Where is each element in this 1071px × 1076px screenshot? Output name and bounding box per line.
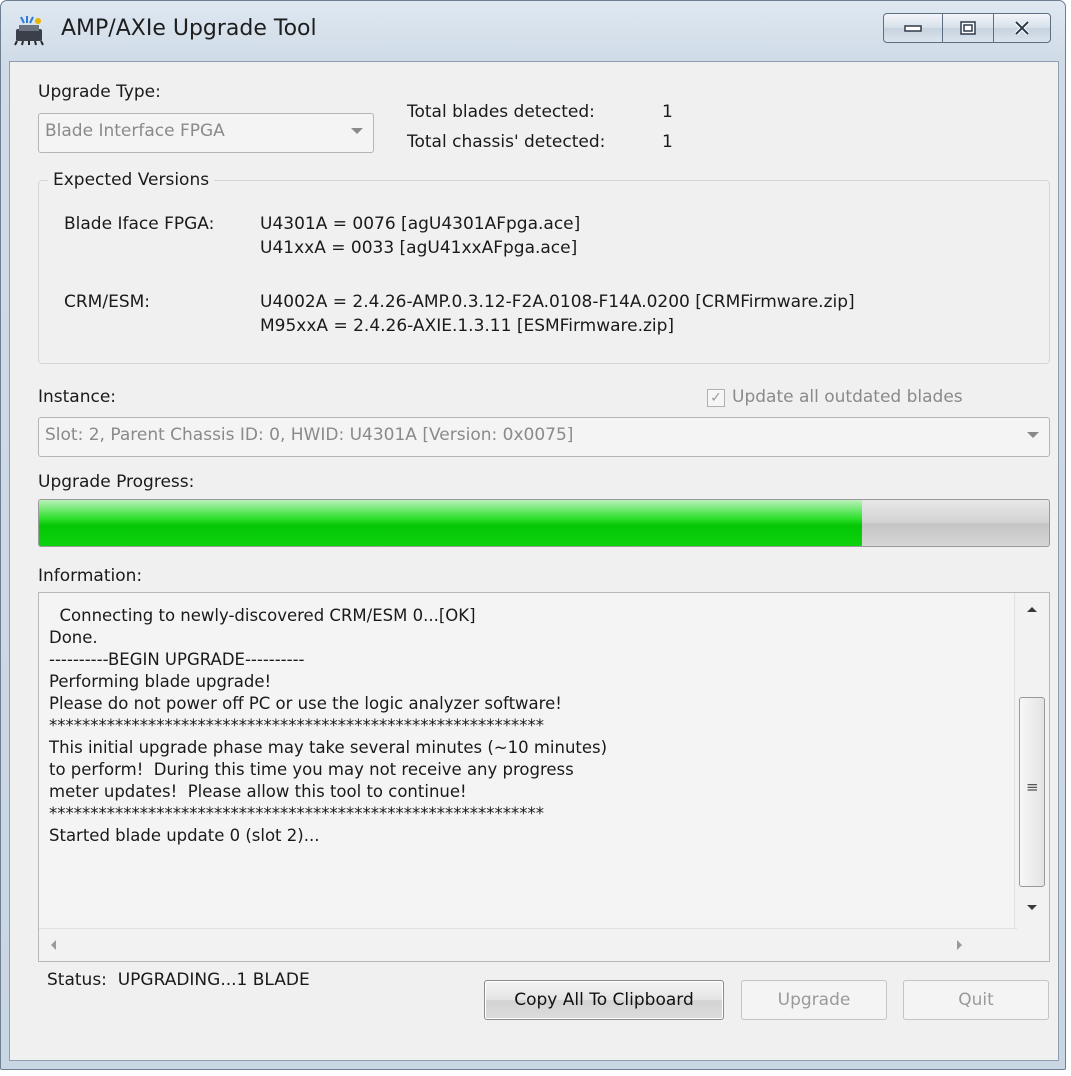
window-title: AMP/AXIe Upgrade Tool <box>61 16 317 41</box>
chassis-detected-value: 1 <box>662 132 673 152</box>
maximize-button[interactable] <box>942 13 994 43</box>
instance-select[interactable]: Slot: 2, Parent Chassis ID: 0, HWID: U43… <box>38 417 1050 457</box>
maximize-icon <box>960 21 976 35</box>
expected-versions-title: Expected Versions <box>48 170 215 190</box>
log-line: Performing blade upgrade! <box>49 672 272 691</box>
expected-versions-group <box>38 180 1050 364</box>
upgrade-type-select[interactable]: Blade Interface FPGA <box>38 113 374 153</box>
title-bar[interactable]: AMP/AXIe Upgrade Tool <box>1 1 1065 61</box>
chip-upgrade-icon <box>14 16 44 46</box>
blades-detected-value: 1 <box>662 102 673 122</box>
blade-iface-label: Blade Iface FPGA: <box>64 214 215 234</box>
caption-buttons <box>883 13 1051 43</box>
log-line: to perform! During this time you may not… <box>49 760 574 779</box>
update-all-checkbox[interactable]: ✓ <box>707 389 725 407</box>
status-text: Status: UPGRADING...1 BLADE <box>47 970 310 990</box>
log-line: ****************************************… <box>49 804 544 823</box>
scroll-thumb[interactable]: ≡ <box>1019 697 1045 887</box>
chevron-down-icon <box>351 128 363 134</box>
close-button[interactable] <box>993 13 1051 43</box>
quit-button[interactable]: Quit <box>903 980 1049 1020</box>
log-line: Started blade update 0 (slot 2)... <box>49 826 320 845</box>
crm-version-2: M95xxA = 2.4.26-AXIE.1.3.11 [ESMFirmware… <box>260 316 675 336</box>
dialog-client-area: Upgrade Type: Blade Interface FPGA Total… <box>9 61 1059 1061</box>
instance-label: Instance: <box>38 387 117 407</box>
chevron-down-icon <box>1027 432 1039 438</box>
scroll-grip-icon: ≡ <box>1026 778 1039 796</box>
log-line: Connecting to newly-discovered CRM/ESM 0… <box>49 606 476 625</box>
upgrade-type-value: Blade Interface FPGA <box>45 121 225 141</box>
close-icon <box>1014 21 1030 35</box>
blade-iface-version-1: U4301A = 0076 [agU4301AFpga.ace] <box>260 214 581 234</box>
log-line: ****************************************… <box>49 716 544 735</box>
horizontal-scrollbar[interactable] <box>39 928 1017 961</box>
information-log[interactable]: Connecting to newly-discovered CRM/ESM 0… <box>38 592 1050 962</box>
blade-iface-version-2: U41xxA = 0033 [agU41xxAFpga.ace] <box>260 238 578 258</box>
information-lines: Connecting to newly-discovered CRM/ESM 0… <box>49 605 607 847</box>
scroll-down-icon[interactable] <box>1027 905 1037 910</box>
upgrade-progress-label: Upgrade Progress: <box>38 472 195 492</box>
crm-version-1: U4002A = 2.4.26-AMP.0.3.12-F2A.0108-F14A… <box>260 292 855 312</box>
upgrade-progress-bar <box>38 499 1050 547</box>
copy-all-to-clipboard-button[interactable]: Copy All To Clipboard <box>484 980 724 1020</box>
update-all-label: Update all outdated blades <box>732 387 963 407</box>
upgrade-type-label: Upgrade Type: <box>38 82 161 102</box>
app-window: AMP/AXIe Upgrade Tool Upgrade Type: Blad… <box>0 0 1066 1070</box>
upgrade-button[interactable]: Upgrade <box>741 980 887 1020</box>
scrollbar-corner <box>1015 929 1049 961</box>
minimize-icon <box>904 25 922 32</box>
log-line: meter updates! Please allow this tool to… <box>49 782 467 801</box>
log-line: This initial upgrade phase may take seve… <box>49 738 608 757</box>
progress-fill <box>39 500 863 546</box>
information-label: Information: <box>38 566 143 586</box>
log-line: ----------BEGIN UPGRADE---------- <box>49 650 305 669</box>
vertical-scrollbar[interactable]: ≡ <box>1014 593 1049 931</box>
blades-detected-label: Total blades detected: <box>407 102 595 122</box>
scroll-up-icon[interactable] <box>1027 607 1037 612</box>
minimize-button[interactable] <box>883 13 943 43</box>
log-line: Please do not power off PC or use the lo… <box>49 694 562 713</box>
log-line: Done. <box>49 628 98 647</box>
instance-value: Slot: 2, Parent Chassis ID: 0, HWID: U43… <box>45 425 574 445</box>
scroll-right-icon[interactable] <box>957 940 962 950</box>
crm-esm-label: CRM/ESM: <box>64 292 151 312</box>
chassis-detected-label: Total chassis' detected: <box>407 132 606 152</box>
scroll-left-icon[interactable] <box>51 940 56 950</box>
